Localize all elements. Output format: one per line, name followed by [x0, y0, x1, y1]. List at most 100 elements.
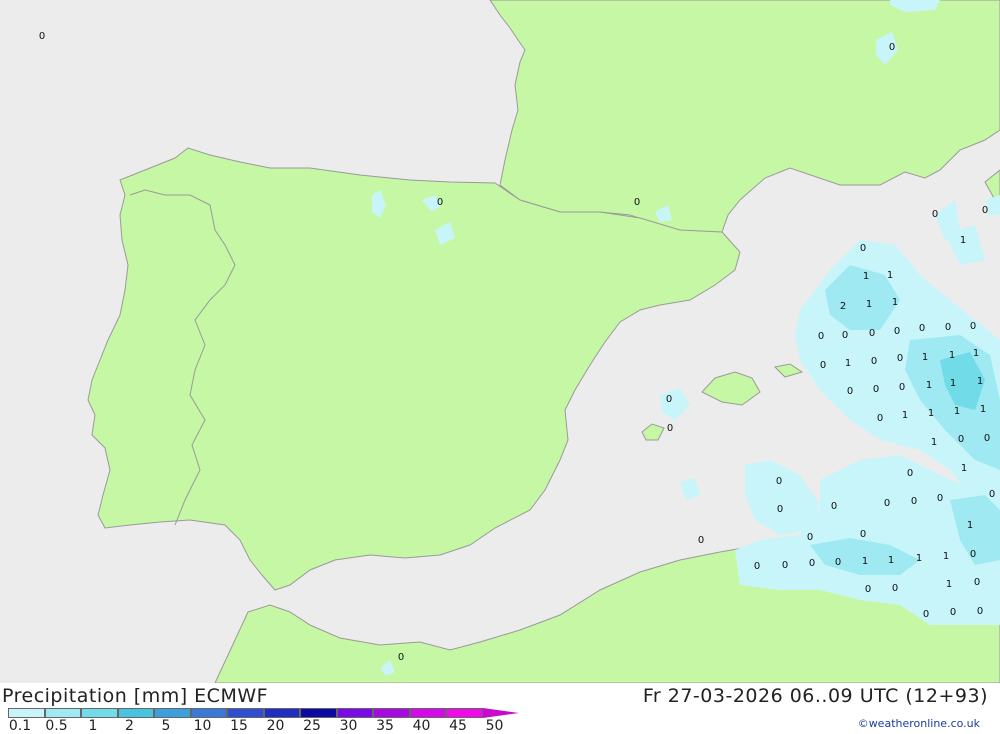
value-label: 0 [958, 434, 964, 445]
legend-swatch [409, 708, 446, 718]
value-label: 1 [954, 406, 960, 417]
legend-tick-label: 1 [88, 718, 98, 734]
value-label: 0 [835, 557, 841, 568]
value-label: 0 [899, 382, 905, 393]
value-label: 1 [931, 437, 937, 448]
legend-tick-label: 15 [230, 718, 248, 734]
value-label: 0 [907, 468, 913, 479]
value-label: 1 [943, 551, 949, 562]
value-label: 1 [980, 404, 986, 415]
value-label: 0 [923, 609, 929, 620]
value-label: 0 [889, 42, 895, 53]
value-label: 0 [831, 501, 837, 512]
value-label: 1 [977, 376, 983, 387]
legend-swatch [81, 708, 118, 718]
value-label: 0 [754, 561, 760, 572]
value-label: 0 [782, 560, 788, 571]
value-label: 1 [961, 463, 967, 474]
legend-tick-label: 25 [303, 718, 321, 734]
value-label: 0 [809, 558, 815, 569]
value-label: 1 [902, 410, 908, 421]
value-label: 0 [39, 31, 45, 42]
value-label: 0 [911, 496, 917, 507]
legend-tick-label: 10 [193, 718, 212, 734]
legend-swatch [44, 708, 81, 718]
value-label: 1 [862, 556, 868, 567]
color-legend [8, 708, 519, 718]
value-label: 1 [887, 270, 893, 281]
value-label: 0 [807, 532, 813, 543]
value-label: 0 [776, 476, 782, 487]
map-title: Precipitation [mm] ECMWF [2, 685, 269, 707]
credit-link[interactable]: ©weatheronline.co.uk [858, 717, 980, 730]
value-label: 0 [842, 330, 848, 341]
value-label: 1 [926, 380, 932, 391]
value-label: 0 [777, 504, 783, 515]
value-label: 1 [946, 579, 952, 590]
value-label: 1 [888, 555, 894, 566]
map-svg: 0 0 0 0 0 0 1 0 1 1 2 1 1 0 0 0 0 0 0 0 … [0, 0, 1000, 684]
value-label: 0 [894, 326, 900, 337]
value-label: 0 [860, 243, 866, 254]
value-label: 0 [970, 549, 976, 560]
legend-tick-label: 2 [125, 718, 134, 734]
legend-ticks: 0.1 0.5 1 2 5 10 15 20 25 30 35 40 45 50 [0, 718, 520, 734]
legend-arrow [482, 708, 519, 718]
value-label: 0 [984, 433, 990, 444]
legend-swatch [446, 708, 483, 718]
value-label: 1 [949, 350, 955, 361]
value-label: 0 [945, 322, 951, 333]
value-label: 0 [667, 423, 673, 434]
value-label: 2 [840, 301, 846, 312]
legend-swatch [117, 708, 154, 718]
value-label: 1 [928, 408, 934, 419]
value-label: 0 [897, 353, 903, 364]
value-label: 0 [932, 209, 938, 220]
legend-swatch [227, 708, 264, 718]
value-label: 0 [865, 584, 871, 595]
value-label: 0 [869, 328, 875, 339]
legend-tick-label: 20 [266, 718, 285, 734]
value-label: 0 [937, 493, 943, 504]
value-label: 0 [634, 197, 640, 208]
value-label: 1 [892, 297, 898, 308]
value-label: 0 [871, 356, 877, 367]
value-label: 0 [820, 360, 826, 371]
value-label: 0 [847, 386, 853, 397]
value-label: 1 [950, 378, 956, 389]
valid-time: Fr 27-03-2026 06..09 UTC (12+93) [642, 685, 988, 707]
legend-tick-label: 0.5 [45, 718, 68, 734]
value-label: 0 [977, 606, 983, 617]
value-label: 0 [860, 529, 866, 540]
value-label: 1 [922, 352, 928, 363]
legend-tick-label: 5 [161, 718, 171, 734]
value-label: 0 [884, 498, 890, 509]
value-label: 0 [877, 413, 883, 424]
value-label: 0 [437, 197, 443, 208]
value-label: 0 [982, 205, 988, 216]
value-label: 1 [863, 271, 869, 282]
value-label: 0 [666, 394, 672, 405]
legend-tick-label: 50 [485, 718, 504, 734]
value-label: 0 [873, 384, 879, 395]
legend-swatch [154, 708, 191, 718]
value-label: 1 [960, 235, 966, 246]
legend-swatch [300, 708, 337, 718]
value-label: 1 [967, 520, 973, 531]
legend-swatch [8, 708, 45, 718]
value-label: 0 [919, 323, 925, 334]
value-label: 0 [989, 489, 995, 500]
value-label: 1 [973, 348, 979, 359]
legend-swatch [190, 708, 227, 718]
legend-tick-label: 0.1 [8, 718, 32, 734]
value-label: 0 [698, 535, 704, 546]
precipitation-map: 0 0 0 0 0 0 1 0 1 1 2 1 1 0 0 0 0 0 0 0 … [0, 0, 1000, 684]
legend-swatch [336, 708, 373, 718]
legend-tick-label: 40 [412, 718, 431, 734]
legend-tick-label: 35 [376, 718, 394, 734]
legend-footer: Precipitation [mm] ECMWF Fr 27-03-2026 0… [0, 683, 1000, 734]
value-label: 0 [970, 321, 976, 332]
legend-tick-label: 45 [449, 718, 467, 734]
value-label: 0 [398, 652, 404, 663]
value-label: 1 [916, 553, 922, 564]
